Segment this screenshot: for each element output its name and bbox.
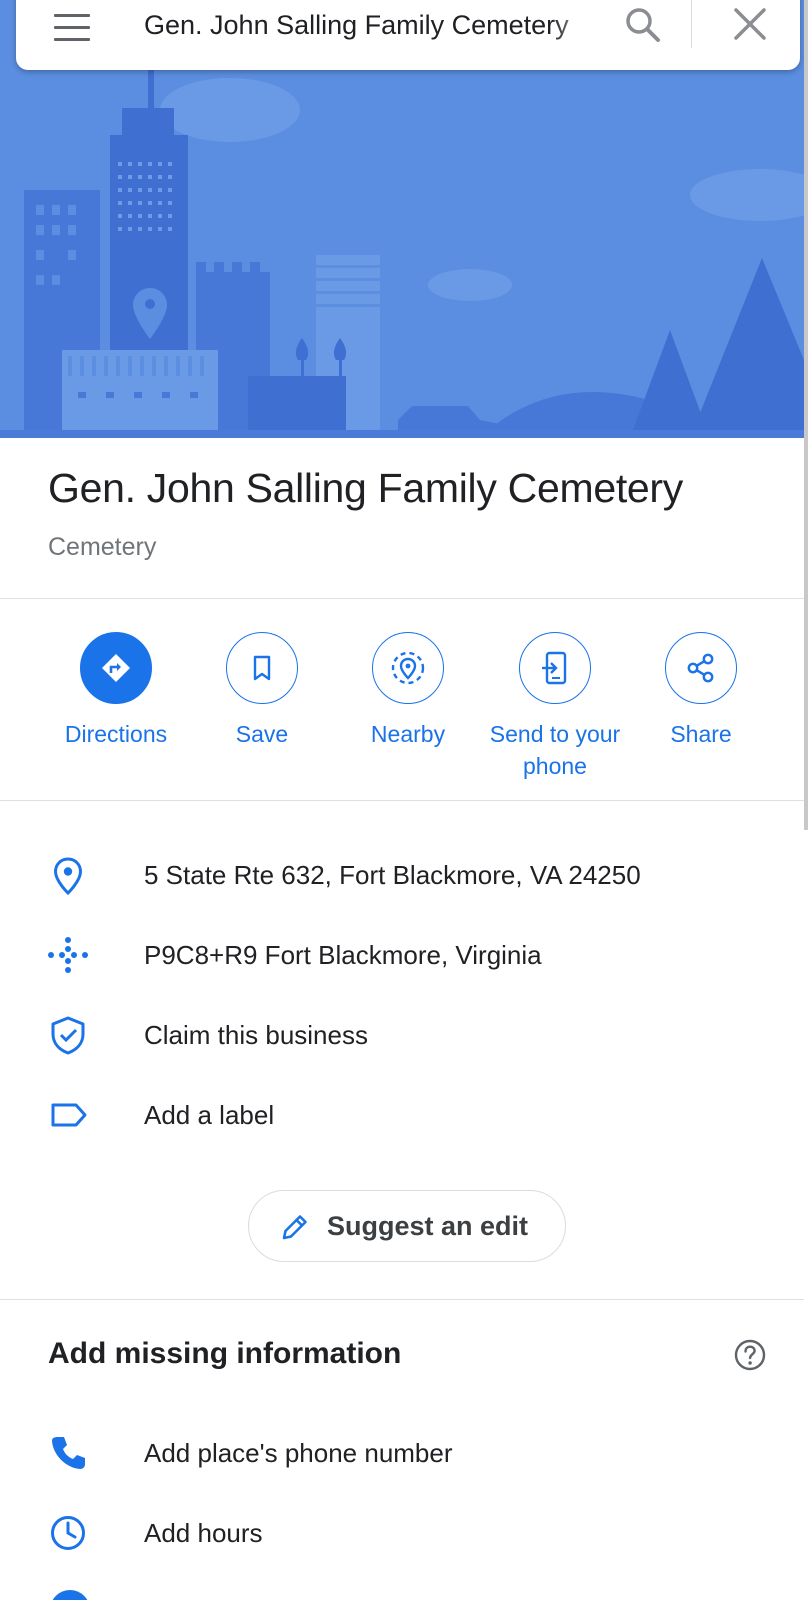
label-icon <box>51 1103 87 1127</box>
plus-code-icon <box>48 937 88 973</box>
add-hours-text: Add hours <box>144 1518 263 1548</box>
search-input[interactable] <box>144 4 606 46</box>
share-label: Share <box>670 721 732 747</box>
hamburger-menu-icon <box>54 14 90 17</box>
pencil-icon <box>282 1215 307 1240</box>
add-label-text: Add a label <box>144 1100 275 1130</box>
add-phone-text: Add place's phone number <box>144 1438 453 1468</box>
divider <box>0 598 804 599</box>
phone-icon <box>52 1437 85 1469</box>
search-bar <box>16 0 800 70</box>
share-icon <box>687 653 714 683</box>
divider <box>0 800 804 801</box>
scrollbar[interactable] <box>804 0 808 830</box>
share-button[interactable]: Share <box>629 632 773 750</box>
send-to-phone-label: Send to your phone <box>489 721 621 779</box>
address-text: 5 State Rte 632, Fort Blackmore, VA 2425… <box>144 860 641 890</box>
suggest-edit-button[interactable]: Suggest an edit <box>248 1190 566 1262</box>
directions-button[interactable]: Directions <box>44 632 188 750</box>
location-pin-icon <box>53 857 83 895</box>
save-label: Save <box>235 721 289 747</box>
close-icon <box>734 8 766 40</box>
add-label-row[interactable]: Add a label <box>0 1083 804 1147</box>
nearby-label: Nearby <box>370 721 446 747</box>
directions-label: Directions <box>64 721 168 747</box>
search-icon <box>626 8 660 42</box>
plus-code-text: P9C8+R9 Fort Blackmore, Virginia <box>144 940 542 970</box>
place-category: Cemetery <box>48 533 157 561</box>
claim-business-text: Claim this business <box>144 1020 368 1050</box>
claim-business-row[interactable]: Claim this business <box>0 1003 804 1067</box>
search-button[interactable] <box>618 0 666 48</box>
help-icon[interactable] <box>733 1338 767 1372</box>
globe-icon <box>52 1590 88 1600</box>
close-button[interactable] <box>726 0 774 48</box>
directions-icon <box>102 654 130 682</box>
place-title: Gen. John Salling Family Cemetery <box>48 465 683 511</box>
send-to-phone-button[interactable]: Send to your phone <box>483 632 627 782</box>
send-to-phone-icon <box>542 651 567 685</box>
divider <box>0 1299 804 1300</box>
plus-code-row[interactable]: P9C8+R9 Fort Blackmore, Virginia <box>0 923 804 987</box>
nearby-icon <box>391 651 425 685</box>
save-button[interactable]: Save <box>190 632 334 750</box>
missing-info-heading: Add missing information <box>48 1337 402 1370</box>
suggest-edit-label: Suggest an edit <box>327 1211 529 1241</box>
clock-icon <box>51 1516 85 1550</box>
add-phone-row[interactable]: Add place's phone number <box>0 1421 804 1485</box>
menu-button[interactable] <box>52 6 98 46</box>
verified-shield-icon <box>51 1016 85 1055</box>
nearby-button[interactable]: Nearby <box>336 632 480 750</box>
bookmark-icon <box>253 655 271 681</box>
address-row[interactable]: 5 State Rte 632, Fort Blackmore, VA 2425… <box>0 843 804 907</box>
search-divider <box>691 0 692 48</box>
add-hours-row[interactable]: Add hours <box>0 1501 804 1565</box>
